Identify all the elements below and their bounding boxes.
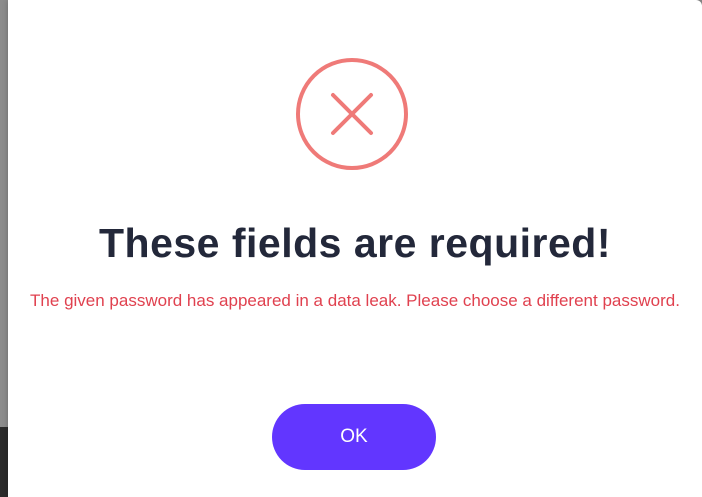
- dialog-title: These fields are required!: [98, 220, 611, 266]
- error-x-circle-icon: [295, 57, 409, 171]
- ok-button[interactable]: OK: [272, 404, 436, 470]
- error-dialog: These fields are required! The given pas…: [8, 0, 702, 497]
- dialog-message: The given password has appeared in a dat…: [30, 291, 680, 310]
